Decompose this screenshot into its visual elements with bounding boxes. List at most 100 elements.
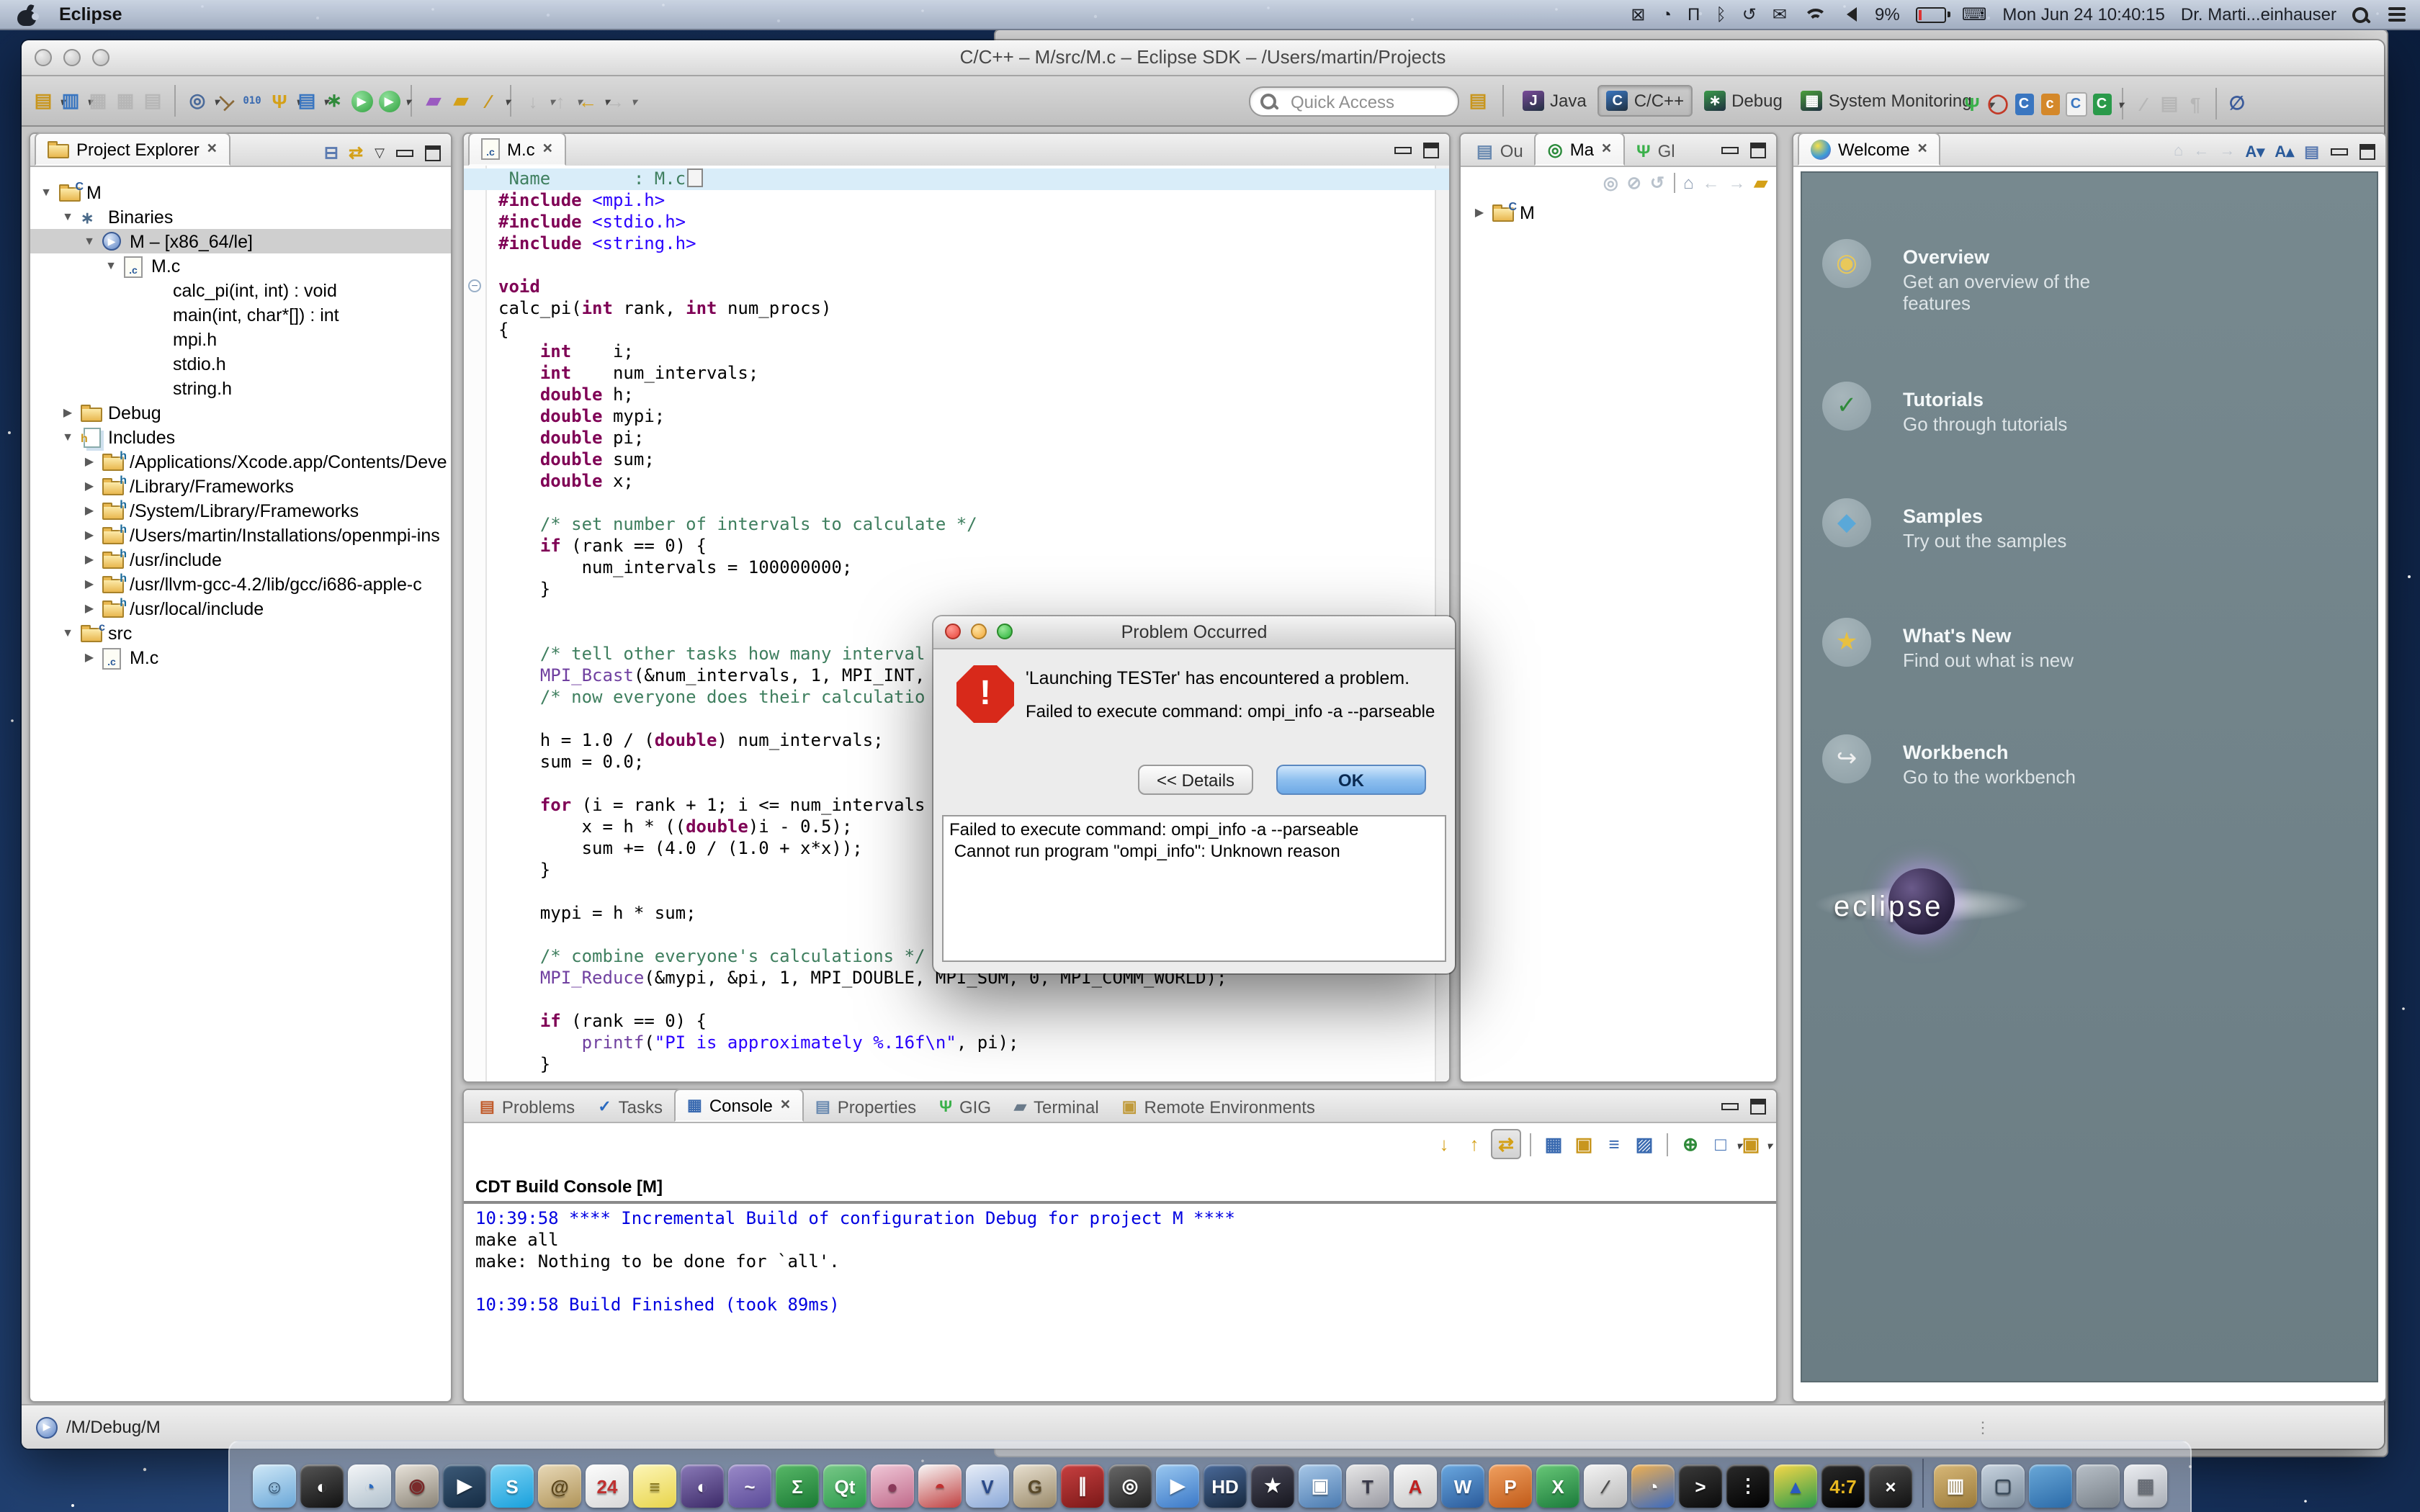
tree-row[interactable]: ▶Debug xyxy=(30,400,451,425)
link-with-editor-button[interactable]: ⇄ xyxy=(349,143,363,163)
dock-icon-adobe-reader[interactable]: A xyxy=(1394,1464,1437,1508)
open-element-button[interactable]: ▰ xyxy=(421,88,447,114)
scroll-down-button[interactable]: ↓ xyxy=(1430,1130,1458,1158)
tree-row[interactable]: ▼∗Binaries xyxy=(30,204,451,229)
tab-problems[interactable]: ▤Problems xyxy=(468,1092,586,1122)
dialog-details-text[interactable]: Failed to execute command: ompi_info -a … xyxy=(942,815,1446,962)
dock-icon-media-app[interactable]: ▶ xyxy=(443,1464,486,1508)
minimize-view-icon[interactable] xyxy=(396,149,413,156)
back-button[interactable]: ← xyxy=(1703,173,1720,193)
wifi-icon[interactable] xyxy=(1803,6,1823,22)
tree-row[interactable]: ▶h/Library/Frameworks xyxy=(30,474,451,498)
perspective-c-c-[interactable]: CC/C++ xyxy=(1598,85,1693,117)
dock-icon-word[interactable]: W xyxy=(1441,1464,1484,1508)
tab-ma[interactable]: ◎Ma✕ xyxy=(1535,132,1625,166)
tab-terminal[interactable]: ▰Terminal xyxy=(1003,1092,1111,1122)
build-variant-button[interactable]: ◎▾ xyxy=(184,88,210,114)
font-smaller-button[interactable]: A▾ xyxy=(2245,143,2264,161)
hide-folders-button[interactable]: ▰ xyxy=(1754,173,1767,193)
details-button[interactable]: << Details xyxy=(1138,765,1253,795)
tree-row[interactable]: ▼hIncludes xyxy=(30,425,451,449)
tree-row[interactable]: ▶.cM.c xyxy=(30,645,451,670)
tab-ou[interactable]: ▤Ou xyxy=(1465,135,1535,166)
new-c-project-button[interactable]: ▤▾ xyxy=(30,88,56,114)
dock-icon-stacked-windows[interactable]: ▢ xyxy=(1981,1464,2025,1508)
perspective-debug[interactable]: ∗Debug xyxy=(1697,86,1790,115)
tree-row[interactable]: ▼.cM.c xyxy=(30,253,451,278)
back-button[interactable]: ← xyxy=(2193,143,2209,161)
tree-row[interactable]: ▶ C M xyxy=(1461,200,1776,225)
dock-icon-qt-creator[interactable]: Qt xyxy=(823,1464,866,1508)
close-window-button[interactable] xyxy=(35,49,52,66)
tab-project-explorer[interactable]: Project Explorer ✕ xyxy=(35,132,230,166)
dialog-close-button[interactable] xyxy=(945,624,961,639)
dock-icon-star-app[interactable]: ★ xyxy=(1251,1464,1294,1508)
minimize-view-icon[interactable] xyxy=(1721,1103,1739,1110)
apple-menu-icon[interactable] xyxy=(17,4,36,25)
welcome-item-tutorials[interactable]: ✓TutorialsGo through tutorials xyxy=(1822,382,2298,482)
dock-icon-sigma-app[interactable]: Σ xyxy=(776,1464,819,1508)
debug-button[interactable]: ∗▾ xyxy=(321,88,347,114)
dock-icon-pie-browser[interactable]: ◔ xyxy=(1631,1464,1675,1508)
minimize-view-icon[interactable] xyxy=(1394,147,1412,154)
tree-row[interactable]: ▶h/usr/llvm-gcc-4.2/lib/gcc/i686-apple-c xyxy=(30,572,451,596)
dock-icon-gray-pane[interactable] xyxy=(2076,1464,2120,1508)
dock-icon-finder[interactable]: ☺ xyxy=(253,1464,296,1508)
dock-icon-safari[interactable]: ◔ xyxy=(348,1464,391,1508)
dock-icon-tower[interactable]: T xyxy=(1346,1464,1389,1508)
tree-row[interactable]: ▼▶M – [x86_64/le] xyxy=(30,229,451,253)
external-tools-button[interactable]: ▶▾ xyxy=(376,88,402,114)
open-perspective-button[interactable]: ▤ xyxy=(1465,88,1491,114)
font-larger-button[interactable]: A▴ xyxy=(2275,143,2294,161)
spotlight-icon[interactable] xyxy=(2352,6,2368,22)
new-c-folder-button[interactable]: c▾ xyxy=(2037,91,2063,117)
minimize-view-icon[interactable] xyxy=(1721,147,1739,154)
tree-row[interactable]: ▼csrc xyxy=(30,621,451,645)
messages-icon[interactable]: ✉ xyxy=(1773,0,1787,29)
tab-remote-environments[interactable]: ▣Remote Environments xyxy=(1111,1092,1327,1122)
minimize-window-button[interactable] xyxy=(63,49,81,66)
dock-icon-keynote-curtains[interactable]: ∥ xyxy=(1061,1464,1104,1508)
dock-icon-aperture[interactable]: ◎ xyxy=(1108,1464,1152,1508)
tree-row[interactable]: calc_pi(int, int) : void xyxy=(30,278,451,302)
scroll-lock-button[interactable]: ▣ xyxy=(1570,1130,1597,1158)
dock-icon-mail[interactable]: @ xyxy=(538,1464,581,1508)
tab-tasks[interactable]: ✓Tasks xyxy=(586,1092,674,1122)
forward-button[interactable]: → xyxy=(2219,143,2235,161)
home-button[interactable]: ⌂ xyxy=(2174,143,2183,161)
dock-icon-skype[interactable]: S xyxy=(490,1464,534,1508)
folding-ruler[interactable]: +− xyxy=(464,166,487,1081)
dock-icon-notes[interactable]: ≡ xyxy=(633,1464,676,1508)
tree-row[interactable]: ▶h/System/Library/Frameworks xyxy=(30,498,451,523)
display-console-button[interactable]: □▾ xyxy=(1707,1130,1734,1158)
run-button[interactable]: ▶▾ xyxy=(349,88,375,114)
keyboard-viewer-icon[interactable]: ⌨ xyxy=(1962,0,1987,29)
welcome-item-workbench[interactable]: ↪WorkbenchGo to the workbench xyxy=(1822,734,2298,835)
tree-row[interactable]: ▶h/Users/martin/Installations/openmpi-in… xyxy=(30,523,451,547)
dock-icon-app-dark[interactable]: ◐ xyxy=(300,1464,344,1508)
dock-icon-archive-box[interactable]: ▥ xyxy=(1934,1464,1977,1508)
minimize-view-icon[interactable] xyxy=(2331,148,2348,156)
dock-icon-x-app[interactable]: × xyxy=(1869,1464,1912,1508)
tree-row[interactable]: ▶h/Applications/Xcode.app/Contents/Deve xyxy=(30,449,451,474)
edit-config-button[interactable]: ▤▾ xyxy=(294,88,320,114)
new-c-source-button[interactable]: C▾ xyxy=(2089,91,2115,117)
open-resource-button[interactable]: ▰ xyxy=(448,88,474,114)
build-hammer-button[interactable]: ⊤ xyxy=(212,88,238,114)
drag-handle[interactable]: ⋮ xyxy=(1975,1418,1992,1436)
menu-app-name[interactable]: Eclipse xyxy=(59,4,122,24)
dock-icon-pink-app[interactable]: ● xyxy=(871,1464,914,1508)
tab-editor-mc[interactable]: .c M.c ✕ xyxy=(468,132,566,166)
view-menu-icon[interactable]: ▽ xyxy=(375,145,385,161)
dock-icon-led-clock[interactable]: 4:7 xyxy=(1821,1464,1865,1508)
ok-button[interactable]: OK xyxy=(1276,765,1426,795)
battery-icon[interactable] xyxy=(1916,6,1946,22)
new-c-class-button[interactable]: C▾ xyxy=(2011,91,2037,117)
perspective-java[interactable]: JJava xyxy=(1515,86,1594,115)
dock-icon-calendar[interactable]: 24 xyxy=(586,1464,629,1508)
dialog-minimize-button[interactable] xyxy=(971,624,987,639)
welcome-item-overview[interactable]: ◉OverviewGet an overview of the features xyxy=(1822,239,2298,340)
menu-user-name[interactable]: Dr. Marti...einhauser xyxy=(2181,0,2336,29)
open-console-button[interactable]: ▣▾ xyxy=(1737,1130,1765,1158)
perspective-system-monitoring[interactable]: ▦System Monitoring xyxy=(1794,86,1979,115)
